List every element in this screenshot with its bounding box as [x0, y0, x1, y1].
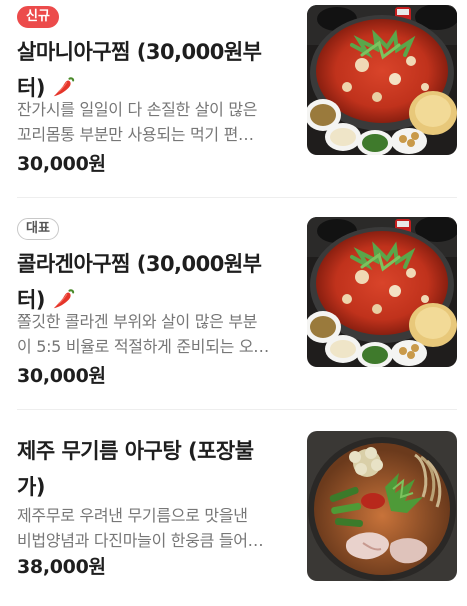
menu-item-title-line2: 가) — [17, 475, 45, 499]
spicy-braised-monkfish-photo — [307, 217, 457, 367]
menu-item-price: 38,000원 — [17, 556, 106, 578]
menu-item-description-line2: 꼬리몸통 부분만 사용되는 먹기 편… — [17, 125, 254, 144]
spicy-braised-monkfish-photo — [307, 5, 457, 155]
menu-item-title: 콜라겐아구찜 (30,000원부 터) — [17, 246, 279, 318]
menu-item-description: 쫄깃한 콜라겐 부위와 살이 많은 부분 이 5:5 비율로 적절하게 준비되는… — [17, 309, 285, 359]
representative-badge: 대표 — [17, 218, 59, 240]
menu-item-description-line2: 이 5:5 비율로 적절하게 준비되는 오… — [17, 337, 269, 356]
menu-item-salmania-agujjim[interactable]: 신규 살마니아구찜 (30,000원부 터) 잔가시를 일일이 다 손질한 살이… — [0, 0, 467, 182]
menu-item-description-line1: 쫄깃한 콜라겐 부위와 살이 많은 부분 — [17, 312, 258, 331]
menu-item-title: 제주 무기름 아구탕 (포장불 가) — [17, 433, 279, 505]
menu-item-description-line1: 제주무로 우려낸 무기름으로 맛을낸 — [17, 506, 248, 525]
chili-pepper-icon — [51, 75, 75, 99]
menu-item-description: 잔가시를 일일이 다 손질한 살이 많은 꼬리몸통 부분만 사용되는 먹기 편… — [17, 97, 285, 147]
menu-item-description-line1: 잔가시를 일일이 다 손질한 살이 많은 — [17, 100, 258, 119]
menu-item-title-line1: 살마니아구찜 (30,000원부 — [17, 40, 262, 64]
menu-item-title-line1: 제주 무기름 아구탕 (포장불 — [17, 439, 254, 463]
new-badge: 신규 — [17, 6, 59, 28]
menu-item-title: 살마니아구찜 (30,000원부 터) — [17, 34, 279, 106]
menu-item-price: 30,000원 — [17, 365, 106, 387]
menu-item-description-line2: 비법양념과 다진마늘이 한웅큼 들어… — [17, 531, 264, 550]
menu-list: 신규 살마니아구찜 (30,000원부 터) 잔가시를 일일이 다 손질한 살이… — [0, 0, 467, 596]
menu-item-title-line1: 콜라겐아구찜 (30,000원부 — [17, 252, 262, 276]
monkfish-hotpot-photo — [307, 431, 457, 581]
divider — [17, 197, 457, 198]
menu-item-description: 제주무로 우려낸 무기름으로 맛을낸 비법양념과 다진마늘이 한웅큼 들어… — [17, 503, 285, 553]
menu-item-price: 30,000원 — [17, 153, 106, 175]
menu-item-jeju-mugireum-agutang[interactable]: 제주 무기름 아구탕 (포장불 가) 제주무로 우려낸 무기름으로 맛을낸 비법… — [0, 424, 467, 606]
divider — [17, 409, 457, 410]
chili-pepper-icon — [51, 287, 75, 311]
menu-item-collagen-agujjim[interactable]: 대표 콜라겐아구찜 (30,000원부 터) 쫄깃한 콜라겐 부위와 살이 많은… — [0, 212, 467, 394]
